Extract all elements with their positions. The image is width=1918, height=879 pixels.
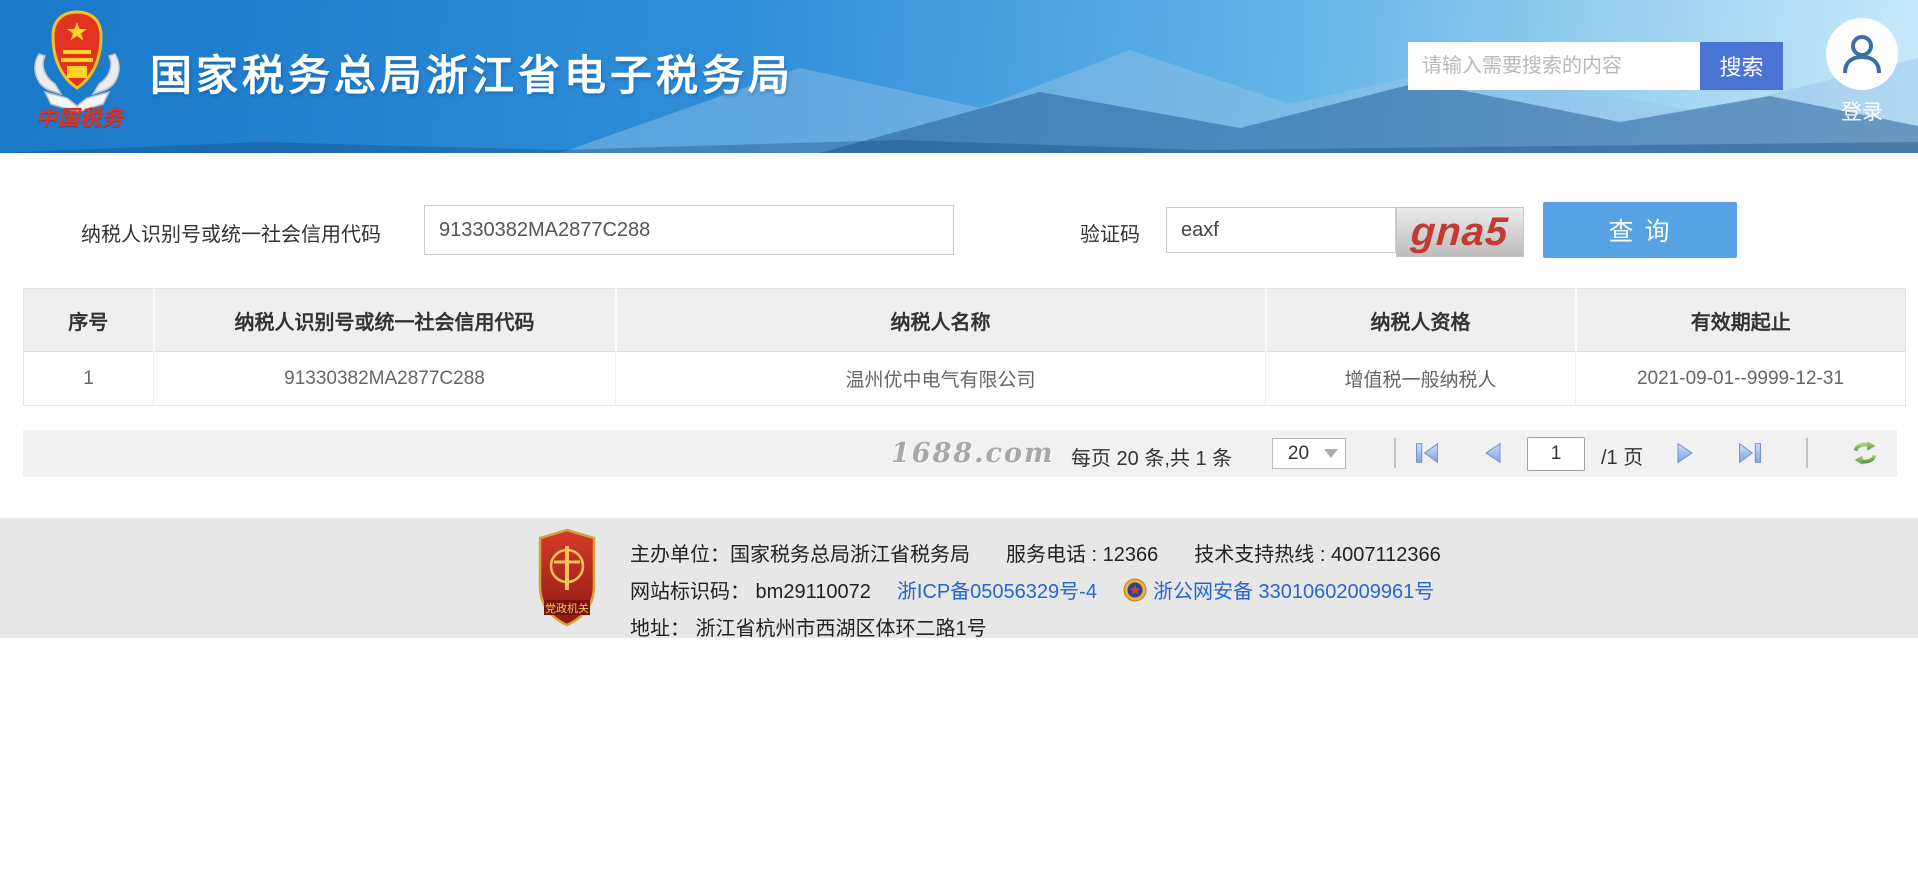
col-header-code: 纳税人识别号或统一社会信用代码 (154, 289, 616, 352)
previous-page-button[interactable] (1479, 439, 1507, 467)
police-badge-icon (1123, 578, 1147, 602)
pager-divider (1806, 438, 1808, 468)
total-pages-label: /1 页 (1601, 441, 1643, 470)
page-number-input[interactable] (1527, 437, 1585, 471)
site-search-button[interactable]: 搜索 (1700, 42, 1783, 90)
page: 中国税务 国家税务总局浙江省电子税务局 搜索 登录 纳税人识别号或统一社会信用代… (0, 0, 1918, 879)
result-table: 序号 纳税人识别号或统一社会信用代码 纳税人名称 纳税人资格 有效期起止 1 9… (23, 288, 1906, 406)
page-summary: 每页 20 条,共 1 条 (1071, 442, 1232, 471)
last-page-button[interactable] (1736, 439, 1764, 467)
captcha-input[interactable] (1166, 207, 1396, 253)
captcha-label: 验证码 (1080, 218, 1140, 247)
gov-badge-label: 党政机关 (545, 601, 589, 615)
watermark: 1688.com (891, 438, 1055, 469)
refresh-icon[interactable] (1851, 439, 1879, 467)
next-page-button[interactable] (1671, 439, 1699, 467)
gov-agency-badge[interactable]: 党政机关 (536, 528, 598, 628)
first-page-button[interactable] (1413, 439, 1441, 467)
page-size-value: 20 (1273, 443, 1324, 465)
col-header-qualification: 纳税人资格 (1266, 289, 1576, 352)
pager-divider (1394, 438, 1396, 468)
taxpayer-id-input[interactable] (424, 205, 954, 255)
captcha-image[interactable]: gna5 (1396, 207, 1524, 257)
site-search-input[interactable] (1408, 42, 1714, 90)
table-row: 1 91330382MA2877C288 温州优中电气有限公司 增值税一般纳税人… (24, 352, 1906, 406)
login-avatar-circle[interactable] (1826, 18, 1898, 90)
page-size-dropdown[interactable]: 20 (1272, 438, 1346, 469)
query-submit-button[interactable]: 查 询 (1543, 202, 1737, 258)
cell-index: 1 (24, 352, 154, 406)
page-title: 国家税务总局浙江省电子税务局 (150, 42, 794, 103)
chevron-down-icon (1324, 449, 1338, 458)
footer: 党政机关 主办单位：国家税务总局浙江省税务局 服务电话 : 12366 技术支持… (0, 518, 1918, 638)
col-header-index: 序号 (24, 289, 154, 352)
header-banner: 中国税务 国家税务总局浙江省电子税务局 搜索 登录 (0, 0, 1918, 153)
footer-hotline: 技术支持热线 : 4007112366 (1194, 538, 1440, 567)
user-icon (1839, 31, 1885, 77)
login-label: 登录 (1822, 96, 1902, 126)
logo-caption: 中国税务 (30, 102, 130, 132)
icp-license-link[interactable]: 浙ICP备05056329号-4 (897, 575, 1097, 604)
taxpayer-id-label: 纳税人识别号或统一社会信用代码 (81, 218, 381, 247)
footer-line-3: 地址： 浙江省杭州市西湖区体环二路1号 (630, 612, 987, 641)
footer-line-1: 主办单位：国家税务总局浙江省税务局 服务电话 : 12366 技术支持热线 : … (630, 538, 1441, 567)
pagination-bar: 1688.com 每页 20 条,共 1 条 20 /1 页 (23, 430, 1897, 477)
table-header-row: 序号 纳税人识别号或统一社会信用代码 纳税人名称 纳税人资格 有效期起止 (24, 289, 1906, 352)
cell-validity: 2021-09-01--9999-12-31 (1576, 352, 1906, 406)
footer-host: 主办单位：国家税务总局浙江省税务局 (630, 538, 970, 567)
police-record-link[interactable]: 浙公网安备 33010602009961号 (1153, 575, 1434, 604)
footer-line-2: 网站标识码： bm29110072 浙ICP备05056329号-4 浙公网安备… (630, 575, 1434, 604)
footer-site-code: 网站标识码： bm29110072 (630, 575, 871, 604)
col-header-name: 纳税人名称 (616, 289, 1266, 352)
col-header-validity: 有效期起止 (1576, 289, 1906, 352)
captcha-image-text: gna5 (1410, 212, 1510, 252)
footer-address: 地址： 浙江省杭州市西湖区体环二路1号 (630, 612, 987, 641)
cell-qualification: 增值税一般纳税人 (1266, 352, 1576, 406)
footer-phone: 服务电话 : 12366 (1006, 538, 1158, 567)
login-button[interactable]: 登录 (1822, 18, 1902, 126)
cell-code: 91330382MA2877C288 (154, 352, 616, 406)
cell-name: 温州优中电气有限公司 (616, 352, 1266, 406)
